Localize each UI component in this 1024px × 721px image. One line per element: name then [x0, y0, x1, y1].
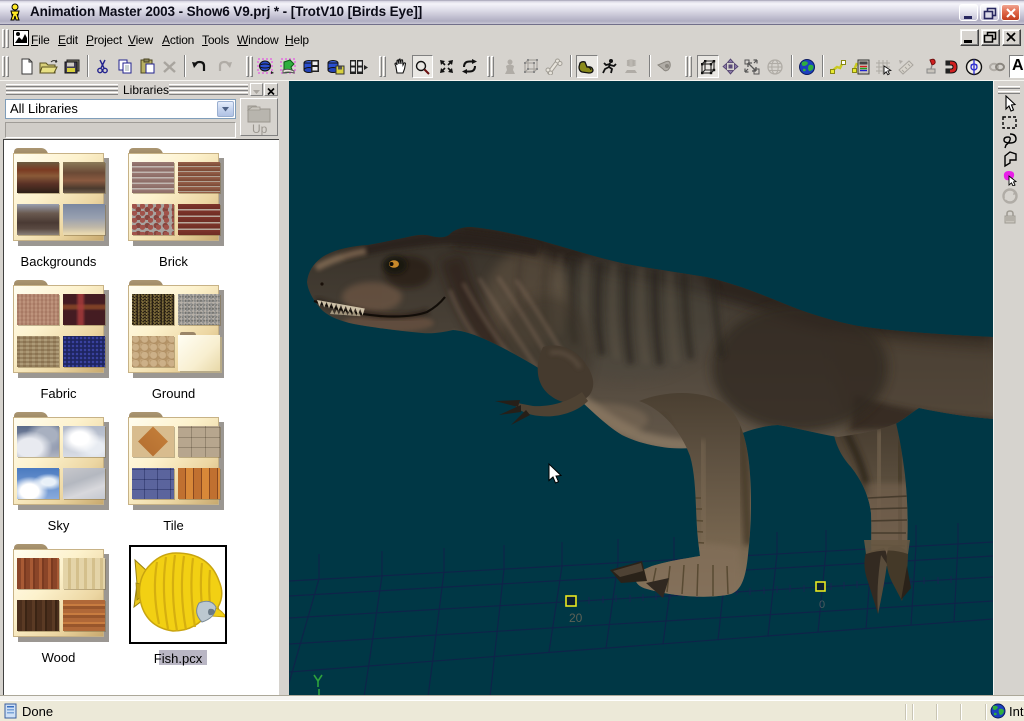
svg-text:Up: Up: [252, 122, 268, 135]
svg-text:20: 20: [569, 611, 583, 625]
svg-text:0: 0: [819, 599, 825, 611]
